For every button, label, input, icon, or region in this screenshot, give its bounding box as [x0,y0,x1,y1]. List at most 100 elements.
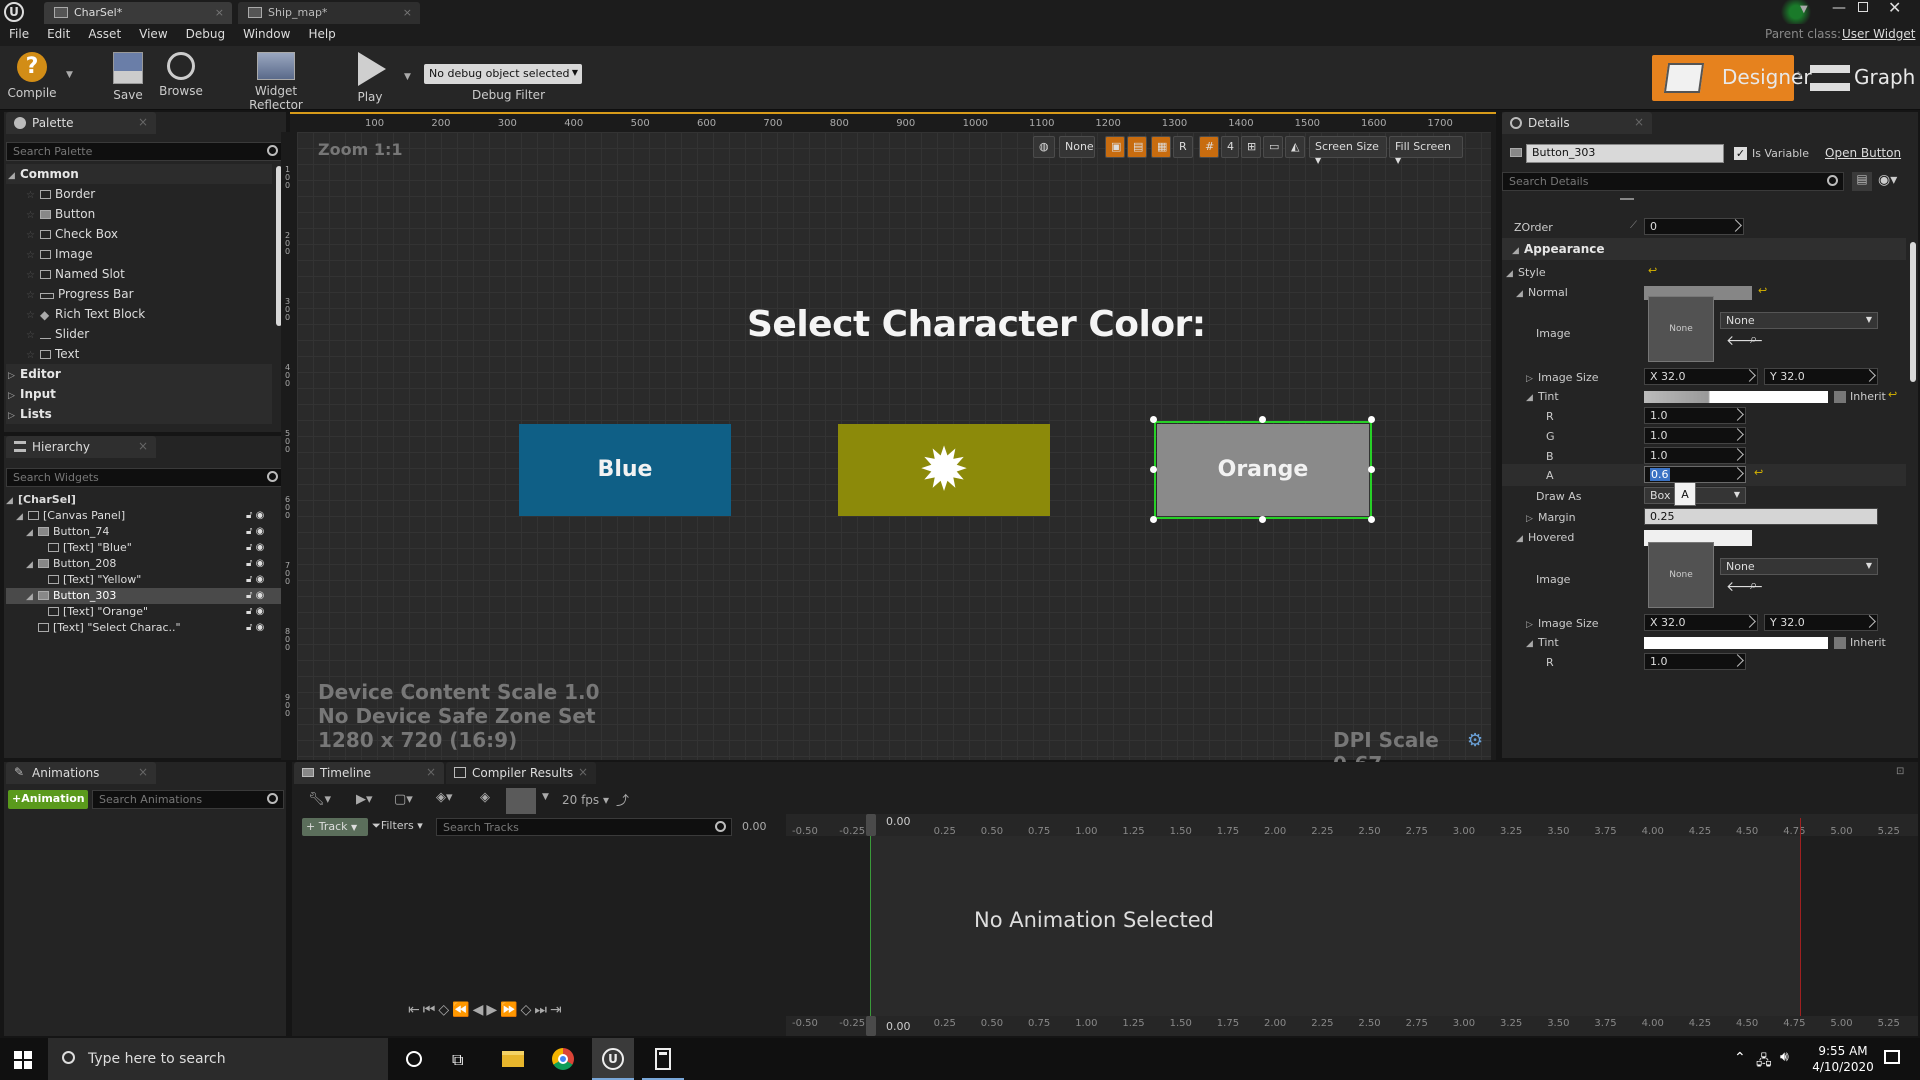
close-icon[interactable]: × [578,765,588,779]
image-size-y-field[interactable]: Y 32.0 [1764,368,1878,385]
auto-key-icon[interactable]: ◈ [480,790,490,805]
normal-label[interactable]: ◢ Normal [1516,286,1568,299]
hovered-size-y-field[interactable]: Y 32.0 [1764,614,1878,631]
task-view-icon[interactable]: ⧉ [452,1050,463,1070]
clock-date[interactable]: 4/10/2020 [1808,1060,1878,1074]
end-marker-line[interactable] [1800,818,1801,1034]
record-button[interactable] [506,788,536,814]
menu-edit[interactable]: Edit [38,24,79,44]
lock-button[interactable]: ▤ [1127,136,1147,158]
filters-dropdown[interactable]: ⏷Filters ▾ [372,819,423,833]
close-icon[interactable]: × [138,115,148,129]
designer-viewport[interactable]: Zoom 1:1 ◍ None ▣ ▤ ▦ R # 4 ⊞ ▭ ◭ Screen… [297,132,1491,776]
inherit-checkbox[interactable] [1834,391,1846,403]
palette-item-rich-text-block[interactable]: ☆ ◆ Rich Text Block [6,304,272,324]
step-back-icon[interactable]: ⏪ [452,1002,472,1018]
current-time-value[interactable]: 0.00 [742,820,767,833]
browse-button[interactable]: Browse [156,50,206,106]
tree-item-text-yellow[interactable]: [Text] "Yellow" [6,572,284,588]
debug-object-select[interactable]: No debug object selected ▼ [424,64,582,84]
reset-icon[interactable]: ↩ [1648,264,1657,277]
tree-item-canvas-panel[interactable]: ◢ [Canvas Panel] [6,508,284,524]
play-options-icon[interactable]: ▶▾ [356,792,373,807]
playhead-handle[interactable] [866,814,876,836]
playhead-handle-bottom[interactable] [866,1016,876,1036]
selection-icon[interactable]: ▢▾ [394,792,413,807]
tint-b-field[interactable]: 1.0 [1644,447,1746,464]
star-icon[interactable]: ☆ [26,350,40,361]
resize-handle[interactable] [1150,416,1157,423]
widget-name-field[interactable]: Button_303 [1526,144,1724,163]
cortana-icon[interactable] [406,1051,422,1067]
palette-category-editor[interactable]: ▷ Editor [6,364,272,384]
ue-logo-icon[interactable]: U [4,2,24,22]
yellow-widget-button[interactable]: ✹ [838,424,1050,516]
hovered-label[interactable]: ◢ Hovered [1516,531,1574,544]
save-button[interactable]: Save [104,50,152,106]
file-explorer-icon[interactable] [502,1051,524,1067]
appearance-section[interactable]: ◢ Appearance [1502,238,1906,260]
close-icon[interactable]: × [403,6,412,19]
palette-category-input[interactable]: ▷ Input [6,384,272,404]
hovered-tint-label[interactable]: ◢ Tint [1526,636,1559,649]
graph-mode-button[interactable]: Graph [1806,55,1920,101]
close-icon[interactable]: × [215,6,224,19]
close-icon[interactable]: × [138,765,148,779]
unreal-engine-taskbar-icon[interactable]: U [592,1038,634,1080]
open-button-link[interactable]: Open Button [1825,146,1901,160]
property-matrix-button[interactable]: ▤ [1852,172,1872,191]
palette-item-button[interactable]: ☆ Button [6,204,272,224]
background-button[interactable]: ▭ [1263,136,1283,158]
step-forward-icon[interactable]: ⏩ [500,1002,520,1018]
tray-chevron-icon[interactable]: ⌃ [1734,1050,1746,1066]
tree-item-charsel[interactable]: ◢ [CharSel] [6,492,284,508]
hovered-r-field[interactable]: 1.0 [1644,653,1746,670]
play-button[interactable]: Play [344,50,396,106]
reverse-icon[interactable]: ◀ [473,1002,487,1018]
menu-help[interactable]: Help [299,24,344,44]
reset-icon[interactable]: ↩ [1758,284,1767,297]
tab-details[interactable]: Details × [1502,112,1652,134]
tab-timeline[interactable]: Timeline × [294,762,444,784]
close-icon[interactable]: × [138,439,148,453]
tree-item-button-303[interactable]: ◢ Button_303 [6,588,284,604]
chrome-icon[interactable] [552,1048,574,1070]
windows-start-icon[interactable] [14,1051,32,1069]
gear-icon[interactable]: ⚙ [1467,730,1483,751]
lock-visibility-icons[interactable]: 🔓︎ ◉ [246,620,282,636]
reset-icon[interactable]: ↩ [1888,388,1897,401]
style-label[interactable]: ◢ Style [1506,266,1546,279]
palette-category-lists[interactable]: ▷ Lists [6,404,272,424]
compile-options-dropdown[interactable]: ▼ [66,70,73,80]
image-size-x-field[interactable]: X 32.0 [1644,368,1758,385]
palette-item-progress-bar[interactable]: ☆ Progress Bar [6,284,272,304]
tree-item-button-208[interactable]: ◢ Button_208 [6,556,284,572]
tint-g-field[interactable]: 1.0 [1644,427,1746,444]
parent-class-link[interactable]: User Widget [1842,27,1915,41]
loop-icon[interactable]: ⇥ [550,1002,565,1018]
tint-a-field[interactable]: 0.6 [1644,466,1746,483]
hovered-asset-picker[interactable]: None ▼ [1720,558,1878,575]
volume-icon[interactable]: 🔊︎ [1780,1049,1789,1065]
network-icon[interactable]: 🖧︎ [1756,1050,1772,1074]
r-button[interactable]: R [1173,136,1193,158]
hovered-image-thumbnail[interactable]: None [1648,542,1714,608]
orange-widget-button[interactable]: Orange [1157,424,1369,516]
timeline-tracks-area[interactable]: No Animation Selected [786,818,1918,1034]
lock-visibility-icons[interactable]: 🔓︎ ◉ [246,604,282,620]
none-button[interactable]: None [1059,136,1095,158]
lock-visibility-icons[interactable]: 🔓︎ ◉ [246,540,282,556]
menu-window[interactable]: Window [234,24,299,44]
palette-item-slider[interactable]: ☆ Slider [6,324,272,344]
star-icon[interactable]: ☆ [26,250,40,261]
step-back-key-icon[interactable]: ⏮ [423,1002,439,1018]
resize-handle[interactable] [1368,466,1375,473]
lock-visibility-icons[interactable]: 🔓︎ ◉ [246,524,282,540]
next-key-icon[interactable]: ◇ [521,1002,535,1018]
close-icon[interactable]: × [1634,115,1644,129]
play-options-dropdown[interactable]: ▼ [404,72,411,82]
zorder-field[interactable]: 0 [1644,218,1744,235]
details-search-input[interactable]: Search Details [1502,172,1844,191]
hovered-tint-swatch[interactable] [1644,637,1828,649]
animations-search-input[interactable]: Search Animations [92,790,284,809]
